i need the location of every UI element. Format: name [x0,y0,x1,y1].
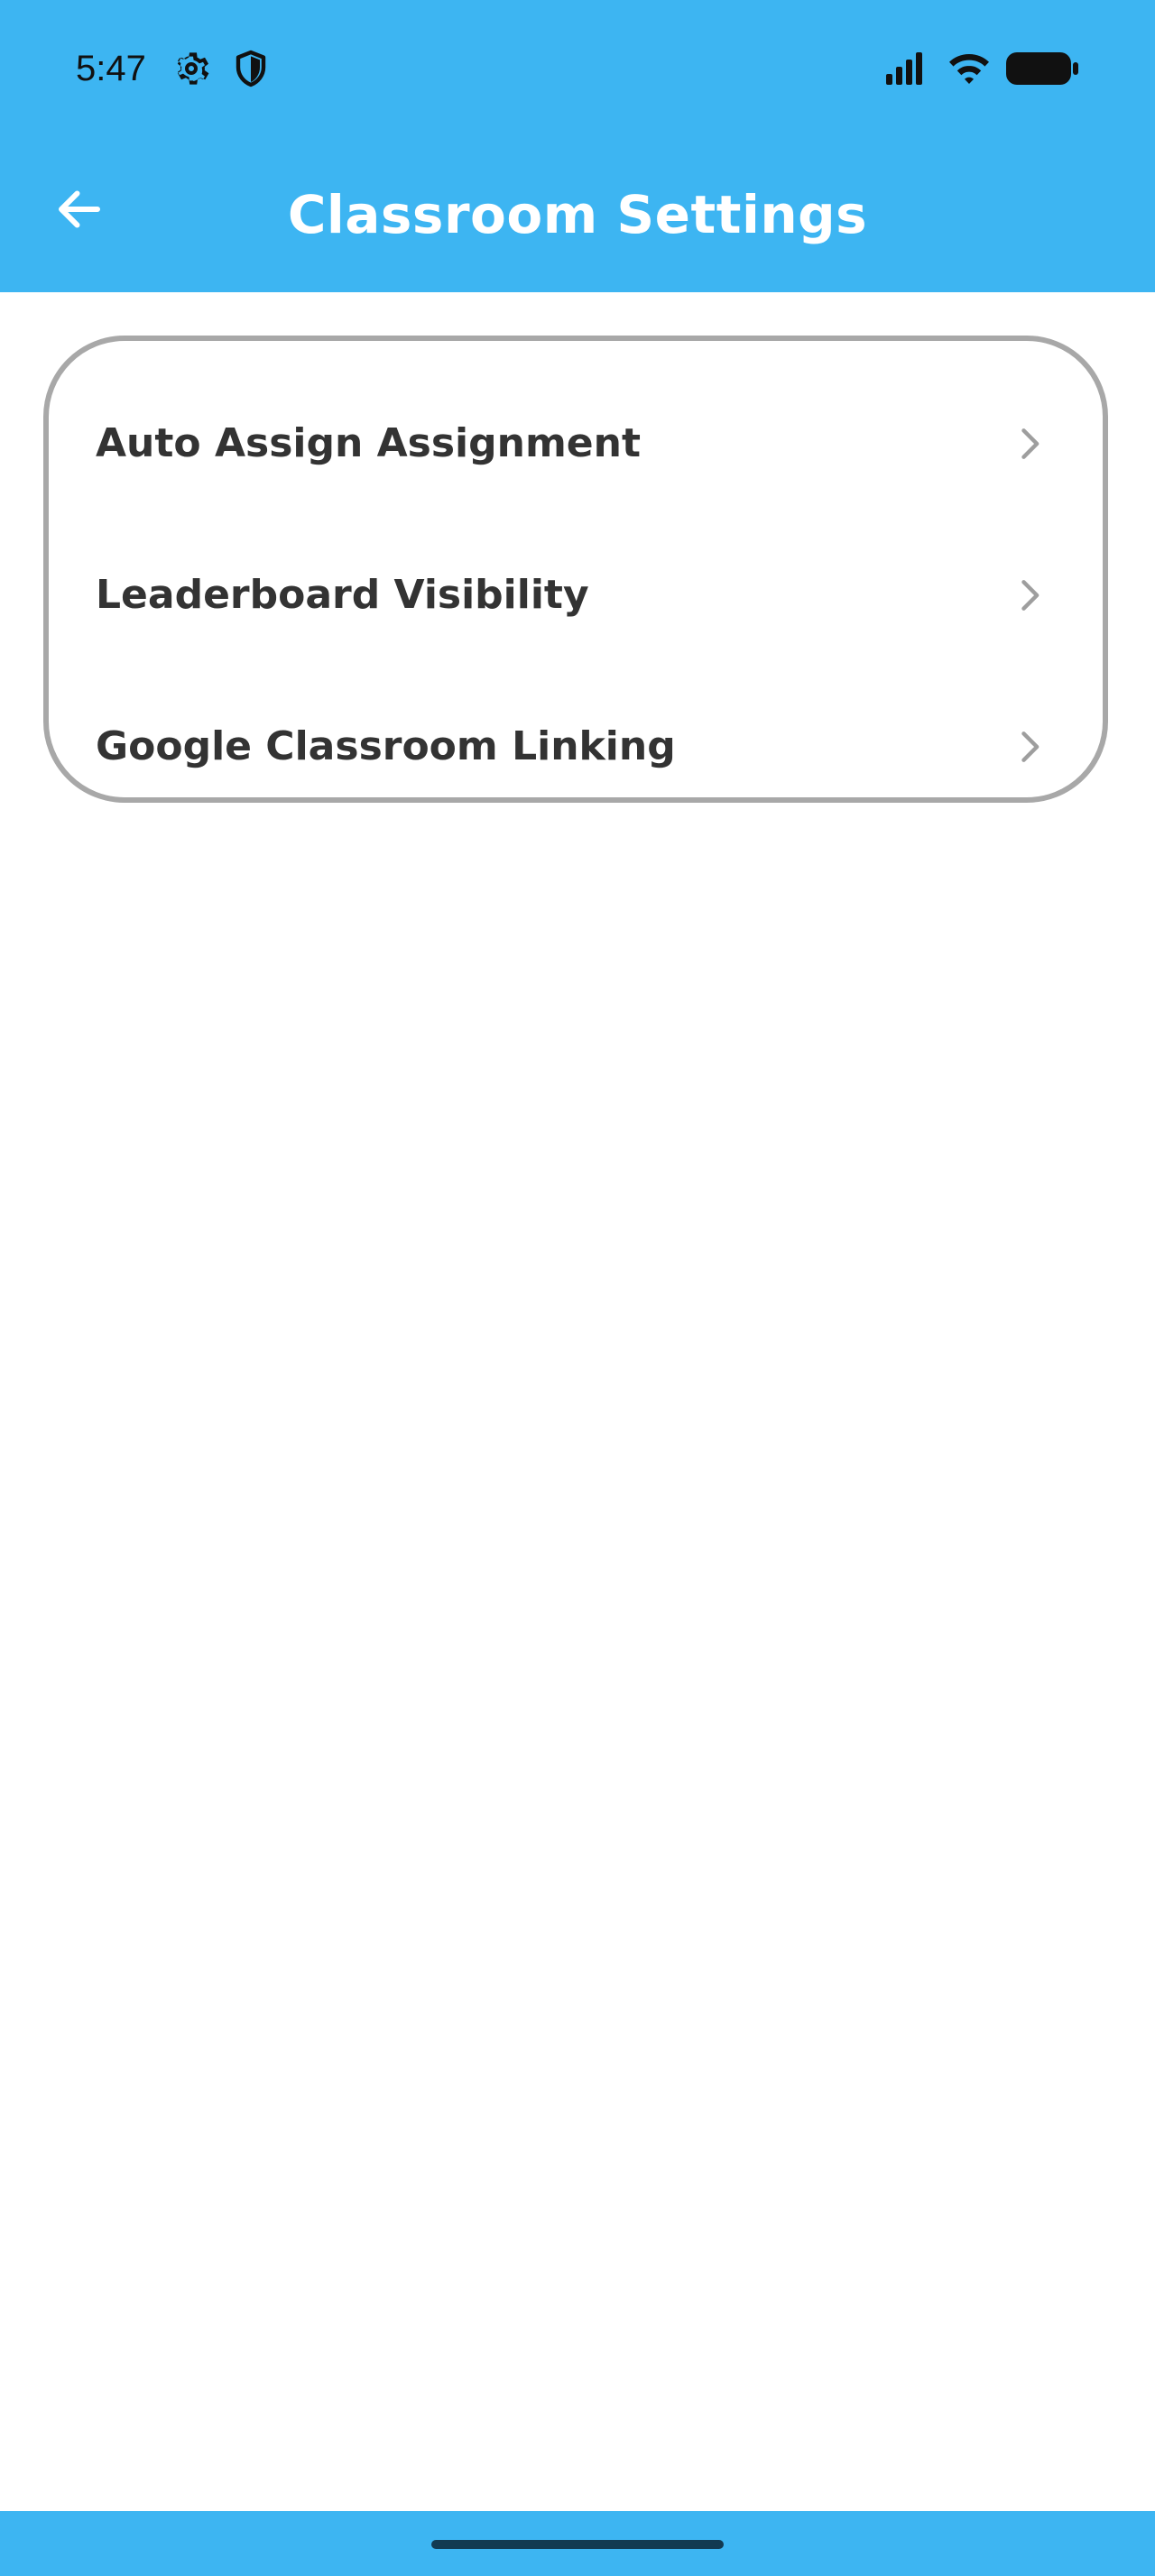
header-background: 5:47 Classroom Settings [0,0,1155,292]
status-time: 5:47 [76,49,146,88]
app-bar: Classroom Settings [0,141,1155,292]
settings-card: Auto Assign Assignment Leaderboard Visib… [43,336,1108,803]
settings-item-label: Google Classroom Linking [96,723,676,769]
bottom-nav-bar [0,2511,1155,2576]
settings-item-label: Leaderboard Visibility [96,572,589,618]
settings-item-leaderboard-visibility[interactable]: Leaderboard Visibility [49,520,1103,671]
gear-icon [170,47,213,90]
chevron-right-icon [1009,424,1049,464]
chevron-right-icon [1009,727,1049,767]
settings-list: Auto Assign Assignment Leaderboard Visib… [49,368,1103,797]
settings-item-label: Auto Assign Assignment [96,420,641,466]
home-indicator[interactable] [431,2540,724,2549]
chevron-right-icon [1009,575,1049,615]
settings-item-google-classroom-linking[interactable]: Google Classroom Linking [49,671,1103,797]
page-title: Classroom Settings [287,184,868,245]
wifi-icon [947,47,991,90]
settings-item-auto-assign-assignment[interactable]: Auto Assign Assignment [49,368,1103,520]
shield-icon [229,47,273,90]
status-bar: 5:47 [0,0,1155,141]
signal-icon [882,47,926,90]
battery-icon [1005,47,1079,90]
